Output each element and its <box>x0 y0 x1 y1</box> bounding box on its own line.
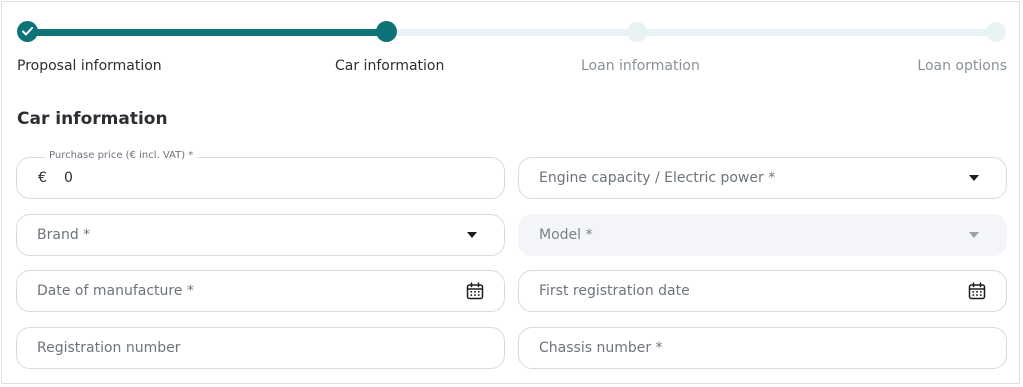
step-4-pending-dot <box>986 22 1006 42</box>
engine-capacity-placeholder: Engine capacity / Electric power * <box>539 170 776 186</box>
calendar-icon[interactable] <box>466 282 484 300</box>
date-of-manufacture-placeholder: Date of manufacture * <box>37 283 194 299</box>
stepper-progress-completed <box>27 29 387 36</box>
chassis-number-placeholder: Chassis number * <box>539 340 663 356</box>
step-1-label[interactable]: Proposal information <box>17 58 162 74</box>
chevron-down-icon[interactable] <box>467 232 477 238</box>
step-1-completed-dot[interactable] <box>17 21 38 42</box>
brand-placeholder: Brand * <box>37 227 91 243</box>
chassis-number-field[interactable]: Chassis number * <box>518 327 1007 369</box>
calendar-icon[interactable] <box>968 282 986 300</box>
model-placeholder: Model * <box>539 227 593 243</box>
chevron-down-icon <box>969 232 979 238</box>
date-of-manufacture-field[interactable]: Date of manufacture * <box>16 270 505 312</box>
first-registration-date-field[interactable]: First registration date <box>518 270 1007 312</box>
registration-number-field[interactable]: Registration number <box>16 327 505 369</box>
registration-number-placeholder: Registration number <box>37 340 181 356</box>
step-3-pending-dot <box>627 22 647 42</box>
purchase-price-label: Purchase price (€ incl. VAT) * <box>45 150 198 161</box>
model-select: Model * <box>518 214 1007 256</box>
step-2-active-dot <box>376 21 397 42</box>
purchase-price-value[interactable]: 0 <box>64 170 73 186</box>
chevron-down-icon[interactable] <box>969 175 979 181</box>
step-4-label: Loan options <box>917 58 1007 74</box>
stepper-progress-remaining <box>387 29 996 36</box>
step-3-label: Loan information <box>581 58 700 74</box>
step-2-label: Car information <box>335 58 445 74</box>
currency-prefix: € <box>38 170 47 186</box>
checkmark-icon <box>22 27 33 36</box>
brand-select[interactable]: Brand * <box>16 214 505 256</box>
purchase-price-field[interactable]: Purchase price (€ incl. VAT) * € 0 <box>16 150 505 199</box>
engine-capacity-select[interactable]: Engine capacity / Electric power * <box>518 157 1007 199</box>
first-registration-date-placeholder: First registration date <box>539 283 690 299</box>
section-title: Car information <box>17 109 168 129</box>
